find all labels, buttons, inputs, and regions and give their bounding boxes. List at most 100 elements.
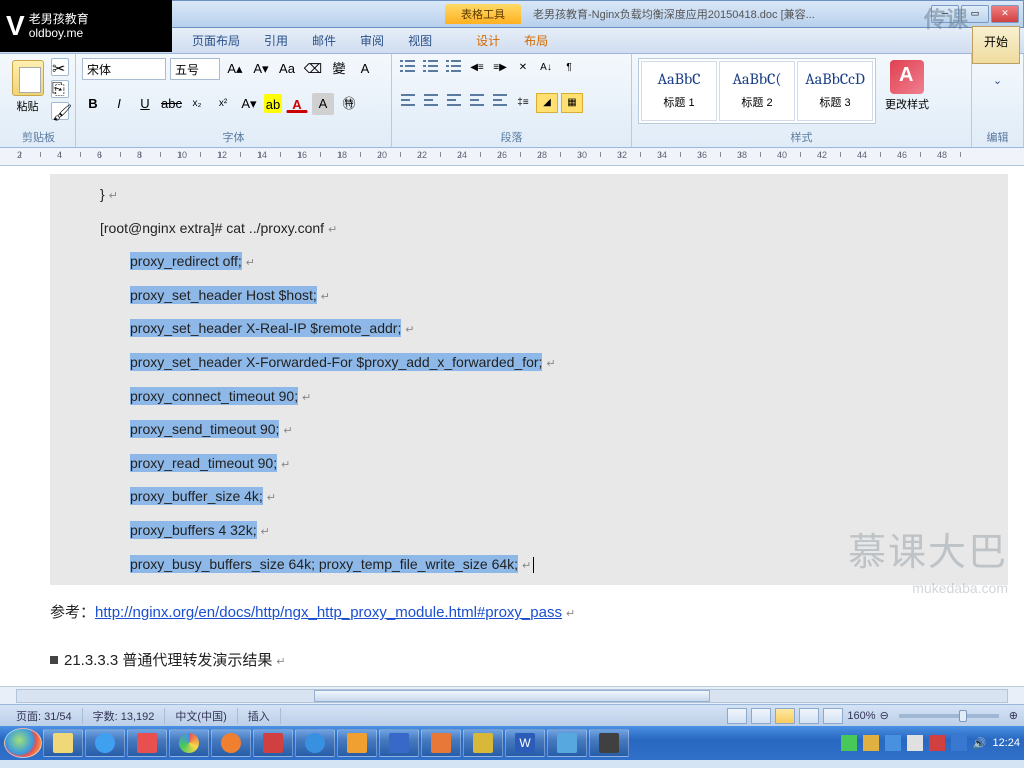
paste-button[interactable]: 粘贴 [8,58,47,120]
tab-view[interactable]: 视图 [396,28,444,53]
task-app3[interactable] [337,729,377,757]
strikethrough-button[interactable]: abc [160,93,182,115]
format-painter-button[interactable]: 🖌 [51,102,69,120]
tab-design[interactable]: 设计 [464,28,512,53]
task-ie[interactable] [295,729,335,757]
underline-button[interactable]: U [134,93,156,115]
align-right-button[interactable] [444,93,464,113]
tab-references[interactable]: 引用 [252,28,300,53]
grow-font-button[interactable]: A▴ [224,58,246,80]
tray-icon[interactable] [929,735,945,751]
multilevel-list-button[interactable] [444,58,464,78]
horizontal-scrollbar[interactable] [0,686,1024,704]
config-line: proxy_buffer_size 4k; ↵ [60,480,998,514]
align-left-button[interactable] [398,93,418,113]
document-area[interactable]: }↵ [root@nginx extra]# cat ../proxy.conf… [0,166,1024,686]
bullets-button[interactable] [398,58,418,78]
close-button[interactable]: ✕ [991,5,1019,23]
tab-mailings[interactable]: 邮件 [300,28,348,53]
align-center-button[interactable] [421,93,441,113]
borders-button[interactable]: ▦ [561,93,583,113]
page-indicator[interactable]: 页面: 31/54 [6,708,83,724]
tray-icon[interactable] [841,735,857,751]
highlight-button[interactable]: ab [264,94,282,113]
full-screen-view[interactable] [751,708,771,724]
outline-view[interactable] [799,708,819,724]
tab-page-layout[interactable]: 页面布局 [180,28,252,53]
clear-formatting-button[interactable]: ⌫ [302,58,324,80]
scrollbar-thumb[interactable] [314,690,710,702]
asian-layout-button[interactable]: ✕ [513,58,533,78]
task-app6[interactable] [547,729,587,757]
tray-icon[interactable] [885,735,901,751]
tab-review[interactable]: 审阅 [348,28,396,53]
font-color-button[interactable]: A [286,94,308,113]
task-word[interactable]: W [505,729,545,757]
bold-button[interactable]: B [82,93,104,115]
insert-mode[interactable]: 插入 [238,708,281,724]
superscript-button[interactable]: x² [212,93,234,115]
phonetic-guide-button[interactable]: 變 [328,58,350,80]
clock[interactable]: 12:24 [992,737,1020,749]
character-border-button[interactable]: A [354,58,376,80]
start-tab[interactable]: 开始 [972,26,1020,64]
show-hide-button[interactable]: ¶ [559,58,579,78]
task-vm[interactable] [379,729,419,757]
draft-view[interactable] [823,708,843,724]
font-family-combo[interactable]: 宋体 [82,58,166,80]
shrink-font-button[interactable]: A▾ [250,58,272,80]
distributed-button[interactable] [490,93,510,113]
tray-icon[interactable] [907,735,923,751]
style-gallery[interactable]: AaBbC标题 1 AaBbC(标题 2 AaBbCcD标题 3 [638,58,876,124]
subscript-button[interactable]: x₂ [186,93,208,115]
shading-button[interactable]: ◢ [536,93,558,113]
task-app4[interactable] [421,729,461,757]
tray-icon[interactable] [863,735,879,751]
change-styles-button[interactable]: 更改样式 [882,58,932,127]
cut-button[interactable]: ✂ [51,58,69,76]
web-layout-view[interactable] [775,708,795,724]
task-app2[interactable] [253,729,293,757]
reference-link[interactable]: http://nginx.org/en/docs/http/ngx_http_p… [95,604,562,621]
task-chrome[interactable] [169,729,209,757]
watermark-url: mukedaba.com [912,580,1008,596]
change-case-button[interactable]: Aa [276,58,298,80]
italic-button[interactable]: I [108,93,130,115]
task-qq[interactable] [85,729,125,757]
task-app1[interactable] [127,729,167,757]
ribbon: 粘贴 ✂ ⎘ 🖌 剪贴板 宋体 五号 A▴ A▾ Aa ⌫ 變 A B I U … [0,54,1024,148]
print-layout-view[interactable] [727,708,747,724]
zoom-level[interactable]: 160% [847,710,875,722]
system-tray[interactable]: 🔊 12:24 [841,735,1020,751]
justify-button[interactable] [467,93,487,113]
task-app5[interactable] [463,729,503,757]
tray-icon[interactable] [951,735,967,751]
copy-button[interactable]: ⎘ [51,80,69,98]
numbering-button[interactable] [421,58,441,78]
tab-layout[interactable]: 布局 [512,28,560,53]
start-button[interactable] [4,728,42,758]
word-count[interactable]: 字数: 13,192 [83,708,166,724]
style-heading3[interactable]: AaBbCcD标题 3 [797,61,873,121]
task-app7[interactable] [589,729,629,757]
volume-icon[interactable]: 🔊 [973,737,987,750]
zoom-out-button[interactable]: ⊖ [880,709,889,722]
style-heading2[interactable]: AaBbC(标题 2 [719,61,795,121]
zoom-in-button[interactable]: ⊕ [1009,709,1018,722]
increase-indent-button[interactable]: ≡▶ [490,58,510,78]
text-effects-button[interactable]: A▾ [238,93,260,115]
font-size-combo[interactable]: 五号 [170,58,220,80]
enclose-characters-button[interactable]: ㊕ [338,93,360,115]
horizontal-ruler[interactable]: 2468101214161820222426283032343638404244… [0,148,1024,166]
zoom-slider[interactable] [899,714,999,718]
body-text: 实际测试的配置：↵ [50,685,1008,686]
document-title: 老男孩教育-Nginx负载均衡深度应用20150418.doc [兼容... [533,6,815,22]
sort-button[interactable]: A↓ [536,58,556,78]
language-indicator[interactable]: 中文(中国) [165,708,237,724]
line-spacing-button[interactable]: ‡≡ [513,93,533,113]
decrease-indent-button[interactable]: ◀≡ [467,58,487,78]
task-firefox[interactable] [211,729,251,757]
style-heading1[interactable]: AaBbC标题 1 [641,61,717,121]
task-explorer[interactable] [43,729,83,757]
character-shading-button[interactable]: A [312,93,334,115]
